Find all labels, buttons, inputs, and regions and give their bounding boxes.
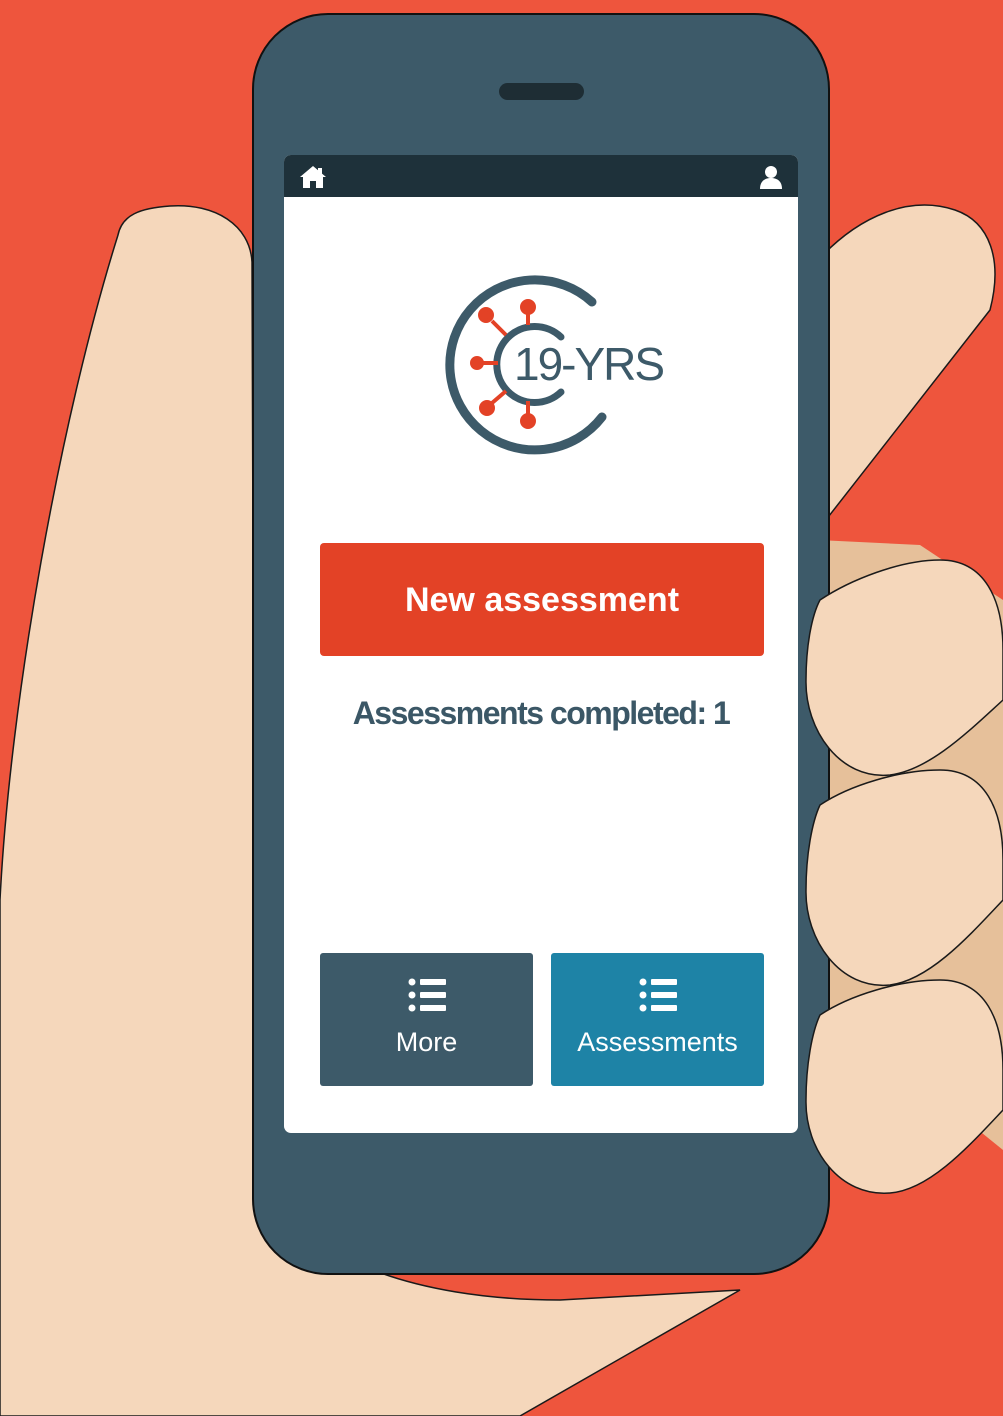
more-button[interactable]: More (320, 953, 533, 1086)
home-icon[interactable] (298, 164, 328, 190)
phone-speaker (499, 83, 584, 100)
user-icon[interactable] (758, 164, 784, 190)
phone-screen: 19-YRS New assessment Assessments comple… (284, 155, 798, 1133)
assessments-label: Assessments (577, 1027, 738, 1057)
list-icon (639, 978, 677, 1012)
assessments-completed: Assessments completed: 1 (284, 695, 798, 732)
scene: 19-YRS New assessment Assessments comple… (0, 0, 1003, 1416)
top-app-bar (284, 155, 798, 197)
assessments-button[interactable]: Assessments (551, 953, 764, 1086)
finger-top (817, 204, 996, 533)
more-label: More (395, 1027, 458, 1057)
list-icon (408, 978, 446, 1012)
completed-label: Assessments completed: (352, 695, 707, 731)
new-assessment-button[interactable]: New assessment (320, 543, 764, 656)
finger-3 (805, 979, 1003, 1194)
completed-count: 1 (713, 695, 731, 731)
app-logo: 19-YRS (434, 267, 674, 457)
logo-text: 19-YRS (514, 338, 663, 390)
